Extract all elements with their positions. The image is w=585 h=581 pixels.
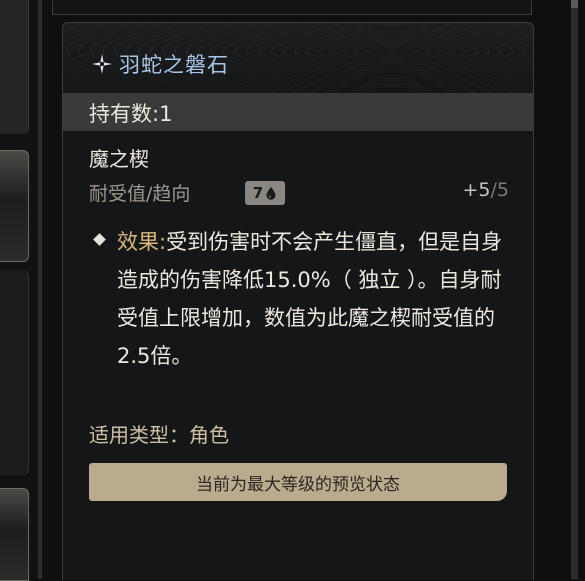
- apply-type-row: 适用类型：角色: [89, 419, 229, 448]
- list-item[interactable]: [0, 0, 29, 134]
- tolerance-row: 耐受值/趋向 7 +5/5: [89, 179, 509, 207]
- effect-block: 效果:受到伤害时不会产生僵直，但是自身造成的伤害降低15.0%（ 独立 ）。自身…: [89, 223, 509, 375]
- panel-header: 羽蛇之磐石: [63, 23, 533, 93]
- effect-label: 效果:: [117, 230, 167, 254]
- tendency-badge: 7: [245, 181, 285, 205]
- tolerance-label: 耐受值/趋向: [89, 183, 191, 205]
- list-item[interactable]: [0, 488, 29, 581]
- apply-type-label: 适用类型：: [89, 423, 189, 447]
- effect-description: 效果:受到伤害时不会产生僵直，但是自身造成的伤害降低15.0%（ 独立 ）。自身…: [117, 223, 509, 375]
- held-count-bar: 持有数:1: [63, 93, 533, 131]
- water-drop-icon: [266, 187, 276, 200]
- item-list-strip: [0, 0, 44, 581]
- preview-status-text: 当前为最大等级的预览状态: [196, 474, 400, 495]
- item-detail-panel: 羽蛇之磐石 持有数:1 魔之楔 耐受值/趋向 7 +5/5 效果:受到伤害时不会…: [62, 22, 534, 580]
- apply-type-value: 角色: [189, 423, 229, 447]
- star-icon: [92, 54, 112, 74]
- title-row: 羽蛇之磐石: [91, 49, 229, 79]
- tolerance-max: /5: [490, 179, 510, 201]
- list-item[interactable]: [0, 150, 29, 262]
- item-name: 羽蛇之磐石: [119, 53, 229, 77]
- effect-text: 受到伤害时不会产生僵直，但是自身造成的伤害降低15.0%（ 独立 ）。自身耐受值…: [117, 230, 503, 368]
- tolerance-current: +5: [462, 179, 491, 201]
- panel-scrollbar[interactable]: [571, 0, 578, 579]
- top-frame: [52, 0, 532, 15]
- list-scrollbar[interactable]: [38, 0, 42, 579]
- diamond-bullet-icon: [93, 233, 106, 246]
- tolerance-value: +5/5: [462, 179, 509, 201]
- tendency-number: 7: [252, 184, 264, 202]
- held-count: 持有数:1: [89, 102, 173, 126]
- preview-status-bar: 当前为最大等级的预览状态: [89, 463, 507, 501]
- scrollbar-thumb[interactable]: [571, 0, 578, 8]
- item-category: 魔之楔: [89, 147, 149, 171]
- list-item[interactable]: [0, 270, 29, 475]
